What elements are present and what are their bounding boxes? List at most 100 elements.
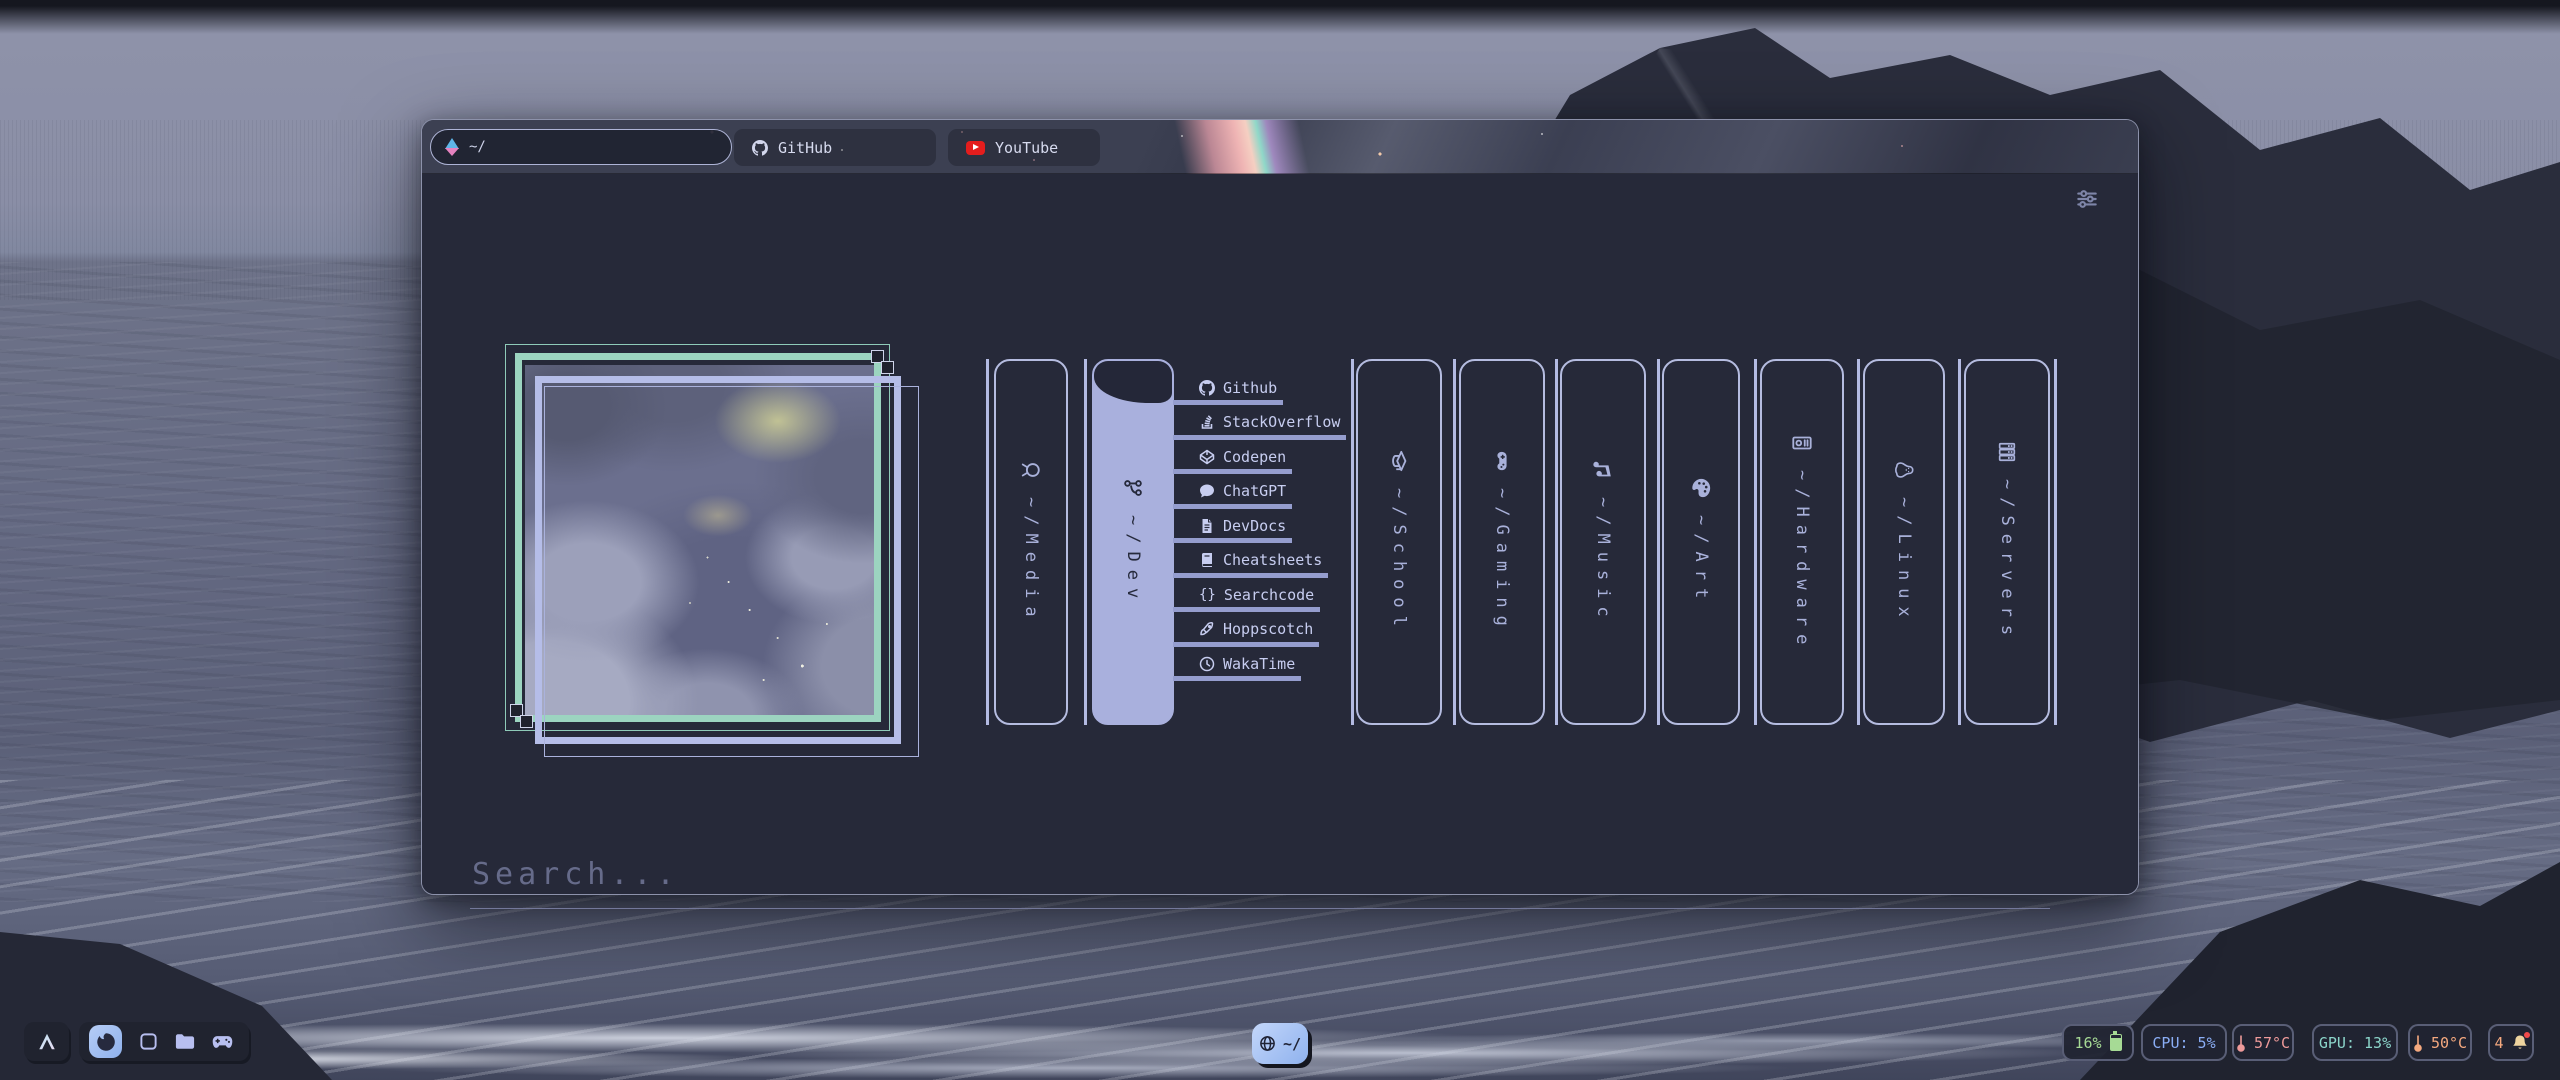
active-window-button[interactable]: ~/ xyxy=(1252,1023,1308,1064)
tab-label: GitHub xyxy=(778,139,832,157)
taskbar-dock xyxy=(79,1022,249,1061)
browser-window: ~/ GitHub YouTube xyxy=(421,119,2139,895)
git-branch-icon xyxy=(1122,477,1144,499)
url-bar[interactable]: ~/ xyxy=(430,129,732,165)
link-codepen[interactable]: Codepen xyxy=(1173,446,1292,467)
book-dev-open[interactable]: ~/Dev xyxy=(1092,359,1174,725)
gpu-temp: 50°C xyxy=(2431,1034,2467,1052)
github-icon xyxy=(1199,380,1215,396)
link-label: Codepen xyxy=(1223,448,1286,466)
link-label: Hoppscotch xyxy=(1223,620,1313,638)
search-input[interactable] xyxy=(470,857,2050,909)
link-chatgpt[interactable]: ChatGPT xyxy=(1173,481,1292,502)
book-dev-cap xyxy=(1094,361,1172,403)
shelf-divider xyxy=(1754,359,1757,725)
gpu-usage: GPU: 13% xyxy=(2319,1034,2391,1052)
music-note-icon xyxy=(1592,459,1614,481)
browser-tab-bar: ~/ GitHub YouTube xyxy=(422,120,2138,174)
braces-icon: {} xyxy=(1199,587,1216,603)
link-searchcode[interactable]: {} Searchcode xyxy=(1173,584,1320,605)
codepen-icon xyxy=(1199,449,1215,465)
startpage-content: ~/Media ~/Dev ~/School ~/Gaming xyxy=(422,174,2138,894)
battery-icon xyxy=(2110,1034,2122,1051)
link-stackoverflow[interactable]: StackOverflow xyxy=(1173,412,1346,433)
battery-widget[interactable]: 16% xyxy=(2062,1024,2134,1061)
shelf-divider xyxy=(1555,359,1558,725)
notifications-widget[interactable]: 4 xyxy=(2488,1024,2534,1061)
cpu-temp-widget[interactable]: 57°C xyxy=(2232,1024,2294,1061)
link-label: StackOverflow xyxy=(1223,413,1340,431)
frame-handle xyxy=(881,361,894,374)
search-row xyxy=(470,857,2050,909)
shelf-divider xyxy=(1958,359,1961,725)
stack-icon xyxy=(1199,414,1215,430)
book-hardware[interactable]: ~/Hardware xyxy=(1760,359,1844,725)
book-label: ~/Music xyxy=(1593,497,1613,625)
chat-bubble-icon xyxy=(1199,483,1215,499)
document-icon xyxy=(1199,518,1215,534)
shelf-divider xyxy=(1657,359,1660,725)
book-label: ~/Hardware xyxy=(1792,470,1812,652)
book-linux[interactable]: ~/Linux xyxy=(1863,359,1945,725)
notification-dot xyxy=(2524,1032,2530,1038)
shelf-divider xyxy=(1084,359,1087,725)
games-dock-icon[interactable] xyxy=(212,1035,233,1049)
book-label: ~/Linux xyxy=(1894,497,1914,625)
server-racks-icon xyxy=(1996,441,2018,463)
link-label: Searchcode xyxy=(1224,586,1314,604)
active-window-title: ~/ xyxy=(1283,1035,1301,1053)
notification-count: 4 xyxy=(2494,1034,2503,1052)
dev-links-panel: Github StackOverflow Codepen ChatGPT Dev… xyxy=(1173,377,1346,688)
files-dock-icon[interactable] xyxy=(175,1033,195,1050)
link-label: Cheatsheets xyxy=(1223,551,1322,569)
book-music[interactable]: ~/Music xyxy=(1560,359,1646,725)
link-cheatsheets[interactable]: Cheatsheets xyxy=(1173,550,1328,571)
link-devdocs[interactable]: DevDocs xyxy=(1173,515,1292,536)
link-label: ChatGPT xyxy=(1223,482,1286,500)
launcher-arrow-icon xyxy=(36,1032,58,1052)
frame-handle xyxy=(520,715,533,728)
book-school[interactable]: ~/School xyxy=(1356,359,1442,725)
gpu-temp-widget[interactable]: 50°C xyxy=(2408,1024,2472,1061)
youtube-icon xyxy=(966,141,985,155)
github-icon xyxy=(752,140,768,156)
book-art[interactable]: ~/Art xyxy=(1662,359,1740,725)
book-label: ~/Gaming xyxy=(1492,488,1512,634)
link-label: DevDocs xyxy=(1223,517,1286,535)
link-hoppscotch[interactable]: Hoppscotch xyxy=(1173,619,1319,640)
settings-sliders-icon[interactable] xyxy=(2074,186,2104,212)
book-servers[interactable]: ~/Servers xyxy=(1964,359,2050,725)
shelf-divider xyxy=(1453,359,1456,725)
gpu-widget[interactable]: GPU: 13% xyxy=(2312,1024,2398,1061)
bell-icon xyxy=(2512,1034,2528,1051)
firefox-dock-icon[interactable] xyxy=(89,1025,122,1058)
pc-tower-icon xyxy=(1791,432,1813,454)
app-launcher-button[interactable] xyxy=(24,1022,69,1061)
tab-github[interactable]: GitHub xyxy=(734,129,936,166)
tux-penguin-icon xyxy=(1893,459,1915,481)
shelf-divider xyxy=(2054,359,2057,725)
link-wakatime[interactable]: WakaTime xyxy=(1173,653,1301,674)
thermometer-icon xyxy=(2236,1034,2246,1052)
palette-icon xyxy=(1690,477,1712,499)
cpu-usage: CPU: 5% xyxy=(2152,1034,2215,1052)
cloud-painting xyxy=(525,365,876,715)
book-label: ~/Media xyxy=(1021,497,1041,625)
browser-logo-icon xyxy=(445,138,460,157)
book-icon xyxy=(1199,552,1215,568)
terminal-dock-icon[interactable] xyxy=(139,1032,158,1051)
browser-globe-icon xyxy=(1259,1035,1276,1052)
gamepad-icon xyxy=(1491,450,1513,472)
media-icon xyxy=(1020,459,1042,481)
book-gaming[interactable]: ~/Gaming xyxy=(1459,359,1545,725)
cpu-widget[interactable]: CPU: 5% xyxy=(2141,1024,2227,1061)
rocket-icon xyxy=(1199,621,1215,637)
link-github[interactable]: Github xyxy=(1173,377,1283,398)
book-label: ~/Art xyxy=(1691,515,1711,606)
book-label: ~/Dev xyxy=(1123,515,1143,606)
shelf-divider xyxy=(1857,359,1860,725)
url-text: ~/ xyxy=(469,139,486,155)
tab-youtube[interactable]: YouTube xyxy=(948,129,1100,166)
link-label: Github xyxy=(1223,379,1277,397)
book-media[interactable]: ~/Media xyxy=(994,359,1068,725)
